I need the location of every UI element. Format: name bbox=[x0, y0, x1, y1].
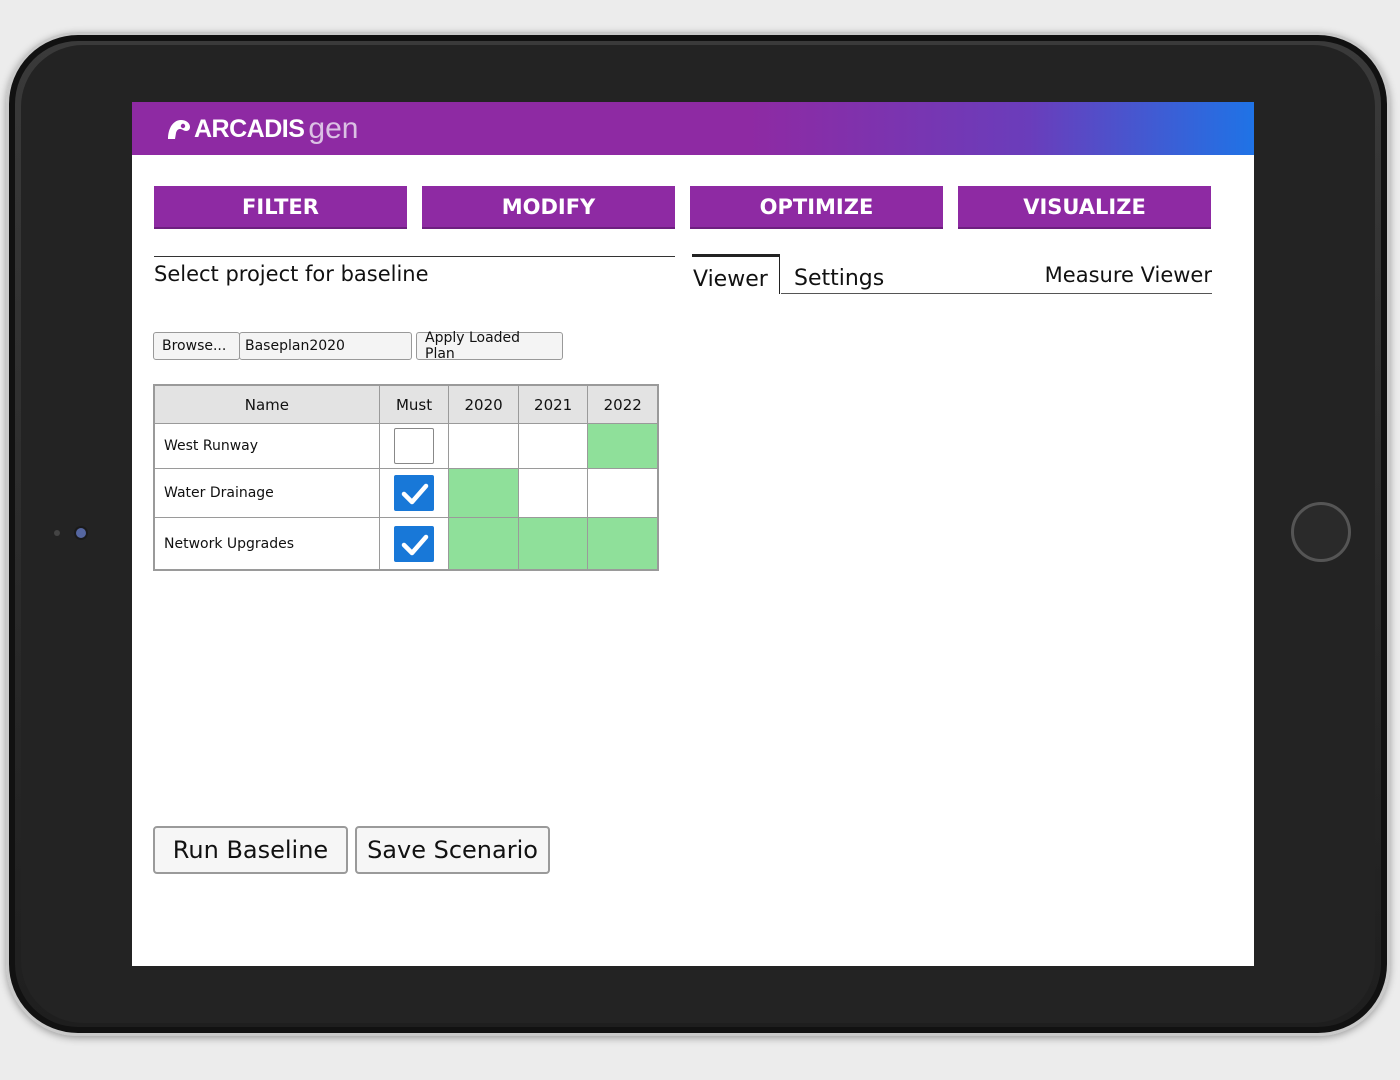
year-cell-2020[interactable] bbox=[448, 423, 519, 469]
must-cell bbox=[378, 517, 450, 571]
table-row: Water Drainage bbox=[153, 468, 659, 518]
year-cell-2022[interactable] bbox=[587, 517, 659, 571]
checkmark-icon bbox=[401, 483, 429, 505]
plan-file-field[interactable]: Baseplan2020 bbox=[239, 332, 412, 360]
nav-optimize-button[interactable]: OPTIMIZE bbox=[690, 186, 943, 227]
tab-viewer[interactable]: Viewer bbox=[692, 254, 780, 294]
year-cell-2021[interactable] bbox=[517, 468, 589, 518]
nav-modify-button[interactable]: MODIFY bbox=[422, 186, 675, 227]
checkmark-icon bbox=[401, 534, 429, 555]
table-header-row: Name Must 2020 2021 2022 bbox=[153, 384, 659, 424]
section-divider bbox=[154, 256, 675, 257]
apply-loaded-plan-button[interactable]: Apply Loaded Plan bbox=[416, 330, 563, 362]
camera-icon bbox=[76, 528, 86, 538]
column-header-2021: 2021 bbox=[517, 384, 589, 424]
must-checkbox[interactable] bbox=[394, 525, 435, 562]
app-logo: ARCADIS gen bbox=[166, 112, 358, 146]
column-header-must: Must bbox=[378, 384, 450, 424]
save-scenario-button[interactable]: Save Scenario bbox=[355, 826, 550, 874]
nav-filter-button[interactable]: FILTER bbox=[154, 186, 407, 227]
table-row: Network Upgrades bbox=[153, 517, 659, 571]
must-checkbox[interactable] bbox=[394, 428, 435, 464]
logo-suffix: gen bbox=[308, 112, 359, 145]
year-cell-2020[interactable] bbox=[448, 517, 519, 571]
column-header-2022: 2022 bbox=[587, 384, 659, 424]
logo-wordmark: ARCADIS bbox=[194, 114, 305, 143]
must-cell bbox=[378, 423, 450, 469]
app-header: ARCADIS gen bbox=[132, 102, 1254, 155]
year-cell-2020[interactable] bbox=[448, 468, 519, 518]
nav-visualize-button[interactable]: VISUALIZE bbox=[958, 186, 1211, 227]
sensor-icon bbox=[54, 530, 60, 536]
project-name-cell: Water Drainage bbox=[153, 468, 380, 518]
year-cell-2022[interactable] bbox=[587, 468, 659, 518]
must-cell bbox=[378, 468, 450, 518]
arcadis-logo-icon bbox=[168, 120, 190, 139]
must-checkbox[interactable] bbox=[394, 475, 435, 511]
tab-settings[interactable]: Settings bbox=[794, 266, 884, 291]
baseline-section-title: Select project for baseline bbox=[154, 262, 429, 286]
home-button[interactable] bbox=[1291, 502, 1351, 562]
project-name-cell: Network Upgrades bbox=[153, 517, 380, 571]
column-header-2020: 2020 bbox=[448, 384, 519, 424]
tab-underline bbox=[781, 293, 1212, 294]
project-name-cell: West Runway bbox=[153, 423, 380, 469]
browse-button[interactable]: Browse... bbox=[153, 332, 240, 360]
viewer-tab-bar: Viewer Settings Measure Viewer bbox=[692, 254, 1212, 296]
app-screen: ARCADIS gen FILTER MODIFY OPTIMIZE VISUA… bbox=[132, 102, 1254, 966]
measure-viewer-title: Measure Viewer bbox=[1044, 263, 1212, 287]
column-header-name: Name bbox=[153, 384, 380, 424]
year-cell-2022[interactable] bbox=[587, 423, 659, 469]
project-plan-table: Name Must 2020 2021 2022 West Runway Wat… bbox=[153, 384, 659, 571]
main-nav: FILTER MODIFY OPTIMIZE VISUALIZE bbox=[154, 186, 1212, 228]
table-row: West Runway bbox=[153, 423, 659, 469]
run-baseline-button[interactable]: Run Baseline bbox=[153, 826, 348, 874]
year-cell-2021[interactable] bbox=[517, 423, 589, 469]
year-cell-2021[interactable] bbox=[517, 517, 589, 571]
